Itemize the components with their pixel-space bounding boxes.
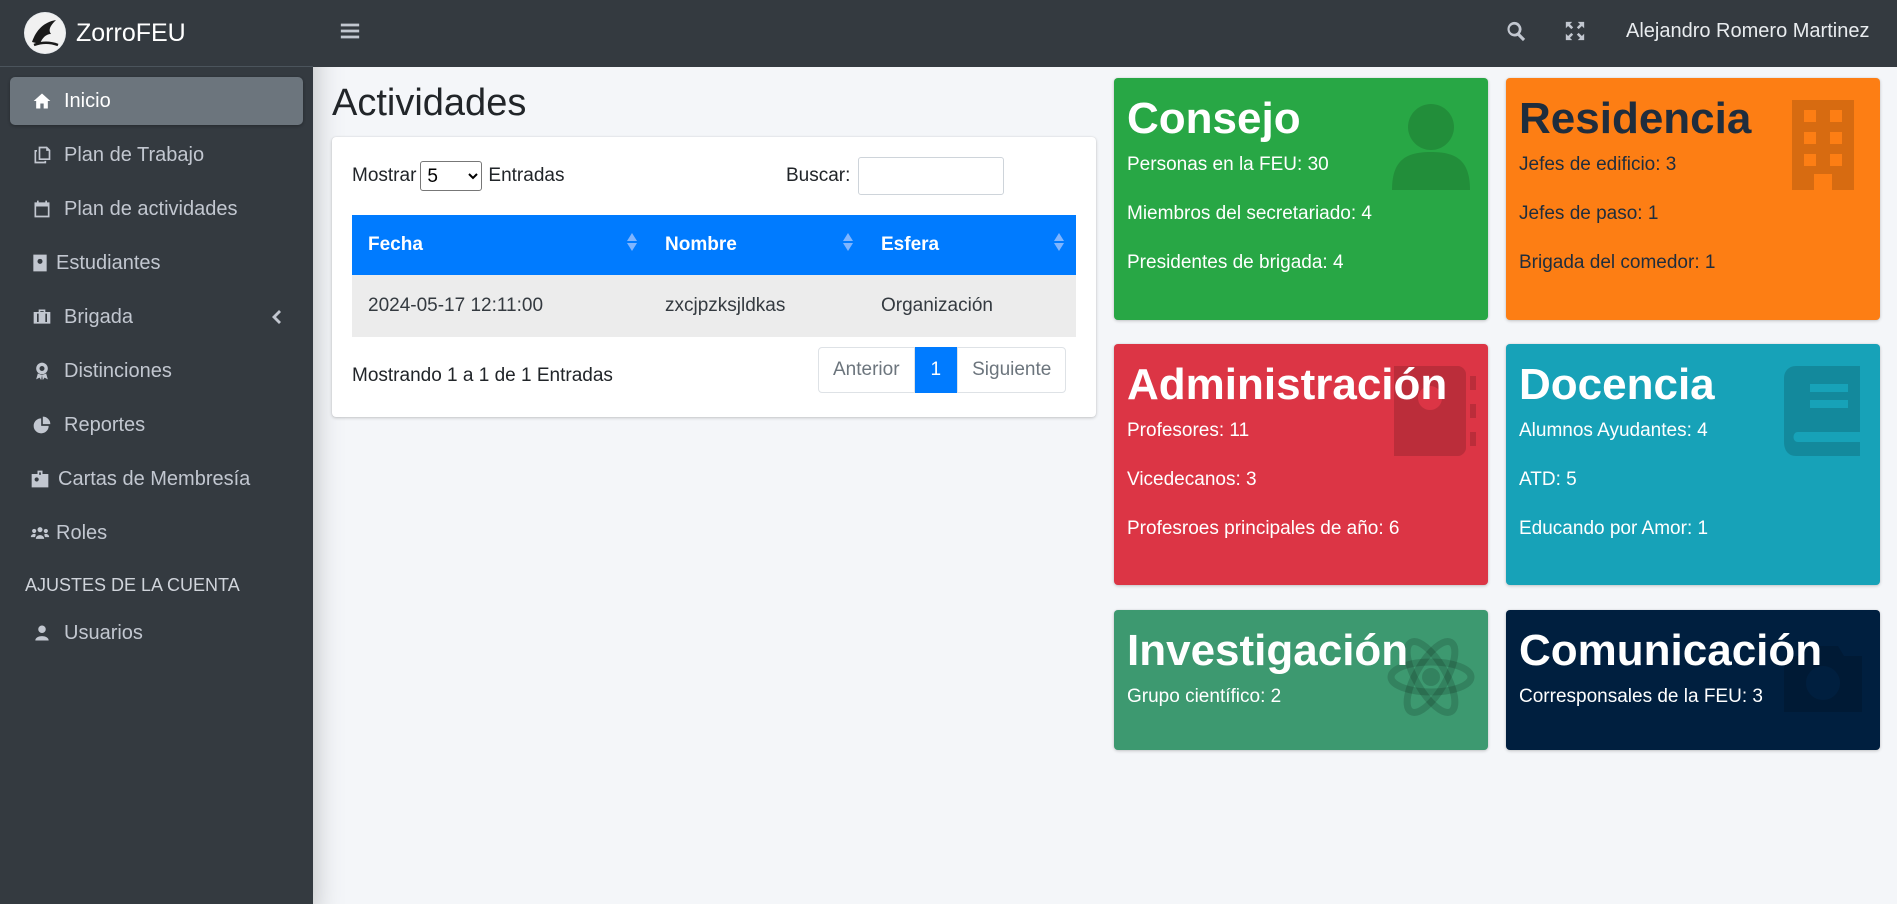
sidebar-item-label: Roles	[56, 521, 108, 544]
table-info: Mostrando 1 a 1 de 1 Entradas	[352, 365, 613, 386]
box-line: Corresponsales de la FEU: 3	[1519, 686, 1763, 707]
next-page-button[interactable]: Siguiente	[957, 347, 1067, 393]
table-cell-esfera: Organización	[865, 275, 1076, 337]
sidebar-item-inicio[interactable]: Inicio	[10, 77, 303, 125]
sidebar-nav: Inicio Plan de Trabajo Plan de actividad…	[0, 67, 313, 657]
copy-icon	[30, 143, 54, 167]
search-icon[interactable]	[1505, 20, 1531, 46]
id-badge-icon	[28, 467, 52, 491]
sidebar-item-roles[interactable]: Roles	[10, 509, 303, 557]
sidebar-item-plan-de-trabajo[interactable]: Plan de Trabajo	[10, 131, 303, 179]
page-title: Actividades	[332, 82, 527, 124]
user-icon	[30, 621, 54, 645]
column-header-fecha[interactable]: Fecha	[352, 215, 649, 275]
column-header-label: Nombre	[665, 234, 737, 255]
box-title: Investigación	[1127, 626, 1409, 675]
table-row[interactable]: 2024-05-17 12:11:00 zxcjpzksjldkas Organ…	[352, 275, 1076, 337]
sidebar-item-label: Reportes	[64, 413, 146, 436]
column-header-label: Fecha	[368, 234, 423, 255]
page-1-button[interactable]: 1	[914, 347, 958, 393]
sidebar-item-label: Estudiantes	[56, 251, 161, 274]
id-card-icon	[28, 251, 52, 275]
sidebar-item-label: Inicio	[64, 89, 111, 112]
box-title: Residencia	[1519, 94, 1752, 143]
brand-link[interactable]: ZorroFEU	[0, 0, 313, 67]
box-line: Brigada del comedor: 1	[1519, 252, 1716, 273]
length-suffix: Entradas	[488, 165, 565, 186]
table-header-row: Fecha Nombre Esfera	[352, 215, 1076, 275]
box-line: Alumnos Ayudantes: 4	[1519, 420, 1708, 441]
sidebar-item-distinciones[interactable]: Distinciones	[10, 347, 303, 395]
sidebar-item-label: Plan de Trabajo	[64, 143, 205, 166]
sidebar-item-label: Brigada	[64, 305, 133, 328]
box-line: Grupo científico: 2	[1127, 686, 1282, 707]
sidebar-item-plan-de-actividades[interactable]: Plan de actividades	[10, 185, 303, 233]
entries-length-control: Mostrar 5 Entradas	[352, 161, 564, 191]
box-line: Profesores: 11	[1127, 420, 1250, 441]
sidebar-item-estudiantes[interactable]: Estudiantes	[10, 239, 303, 287]
account-settings-header: AJUSTES DE LA CUENTA	[25, 575, 240, 595]
docencia-box: Docencia Alumnos Ayudantes: 4 ATD: 5 Edu…	[1506, 344, 1880, 585]
table-cell-fecha: 2024-05-17 12:11:00	[352, 275, 649, 337]
box-title: Consejo	[1127, 94, 1301, 143]
award-icon	[30, 359, 54, 383]
box-line: Vicedecanos: 3	[1127, 469, 1257, 490]
table-search-control: Buscar:	[786, 157, 1005, 195]
pie-chart-icon	[30, 413, 54, 437]
activities-table: Fecha Nombre Esfera 2024-05-17 12:11:00 …	[352, 215, 1076, 337]
activities-card: Mostrar 5 Entradas Buscar: Fecha Nombre …	[332, 137, 1096, 417]
chevron-left-icon	[269, 307, 283, 327]
table-cell-nombre: zxcjpzksjldkas	[649, 275, 865, 337]
box-title: Docencia	[1519, 360, 1715, 409]
search-label: Buscar:	[786, 165, 851, 186]
brand-logo	[24, 12, 66, 54]
column-header-esfera[interactable]: Esfera	[865, 215, 1076, 275]
consejo-box: Consejo Personas en la FEU: 30 Miembros …	[1114, 78, 1488, 320]
box-line: Educando por Amor: 1	[1519, 518, 1709, 539]
brand-name: ZorroFEU	[76, 18, 186, 47]
column-header-label: Esfera	[881, 234, 940, 255]
administracion-box: Administración Profesores: 11 Vicedecano…	[1114, 344, 1488, 585]
sidebar-item-usuarios[interactable]: Usuarios	[10, 609, 303, 657]
box-title: Comunicación	[1519, 626, 1823, 675]
sort-icon	[627, 233, 637, 255]
box-line: Miembros del secretariado: 4	[1127, 203, 1372, 224]
sidebar-item-label: Distinciones	[64, 359, 172, 382]
briefcase-icon	[30, 305, 54, 329]
box-line: ATD: 5	[1519, 469, 1577, 490]
comunicacion-box: Comunicación Corresponsales de la FEU: 3	[1506, 610, 1880, 750]
column-header-nombre[interactable]: Nombre	[649, 215, 865, 275]
box-line: Personas en la FEU: 30	[1127, 154, 1329, 175]
sidebar-item-reportes[interactable]: Reportes	[10, 401, 303, 449]
sidebar-item-label: Cartas de Membresía	[58, 467, 251, 490]
fullscreen-icon[interactable]	[1564, 20, 1590, 46]
table-search-input[interactable]	[858, 157, 1005, 195]
sidebar-item-label: Plan de actividades	[64, 197, 238, 220]
residencia-box: Residencia Jefes de edificio: 3 Jefes de…	[1506, 78, 1880, 320]
sidebar-item-label: Usuarios	[64, 621, 143, 644]
box-line: Profesroes principales de año: 6	[1127, 518, 1400, 539]
investigacion-box: Investigación Grupo científico: 2	[1114, 610, 1488, 750]
menu-toggle-icon[interactable]	[339, 20, 365, 46]
calendar-icon	[30, 197, 54, 221]
user-menu[interactable]: Alejandro Romero Martinez	[1626, 20, 1869, 43]
sidebar-item-brigada[interactable]: Brigada	[10, 293, 303, 341]
sort-icon	[1054, 233, 1064, 255]
sort-icon	[843, 233, 853, 255]
top-navbar: Alejandro Romero Martinez	[313, 0, 1897, 67]
sidebar-item-cartas-de-membresia[interactable]: Cartas de Membresía	[10, 455, 303, 503]
home-icon	[30, 89, 54, 113]
box-line: Jefes de paso: 1	[1519, 203, 1659, 224]
main-sidebar: ZorroFEU Inicio Plan de Trabajo Plan de …	[0, 0, 313, 904]
entries-length-select[interactable]: 5	[420, 161, 483, 191]
users-icon	[28, 521, 52, 545]
box-title: Administración	[1127, 360, 1448, 409]
box-line: Presidentes de brigada: 4	[1127, 252, 1344, 273]
length-prefix: Mostrar	[352, 165, 417, 186]
pagination: Anterior 1 Siguiente	[818, 347, 1067, 393]
box-line: Jefes de edificio: 3	[1519, 154, 1677, 175]
previous-page-button[interactable]: Anterior	[818, 347, 915, 393]
